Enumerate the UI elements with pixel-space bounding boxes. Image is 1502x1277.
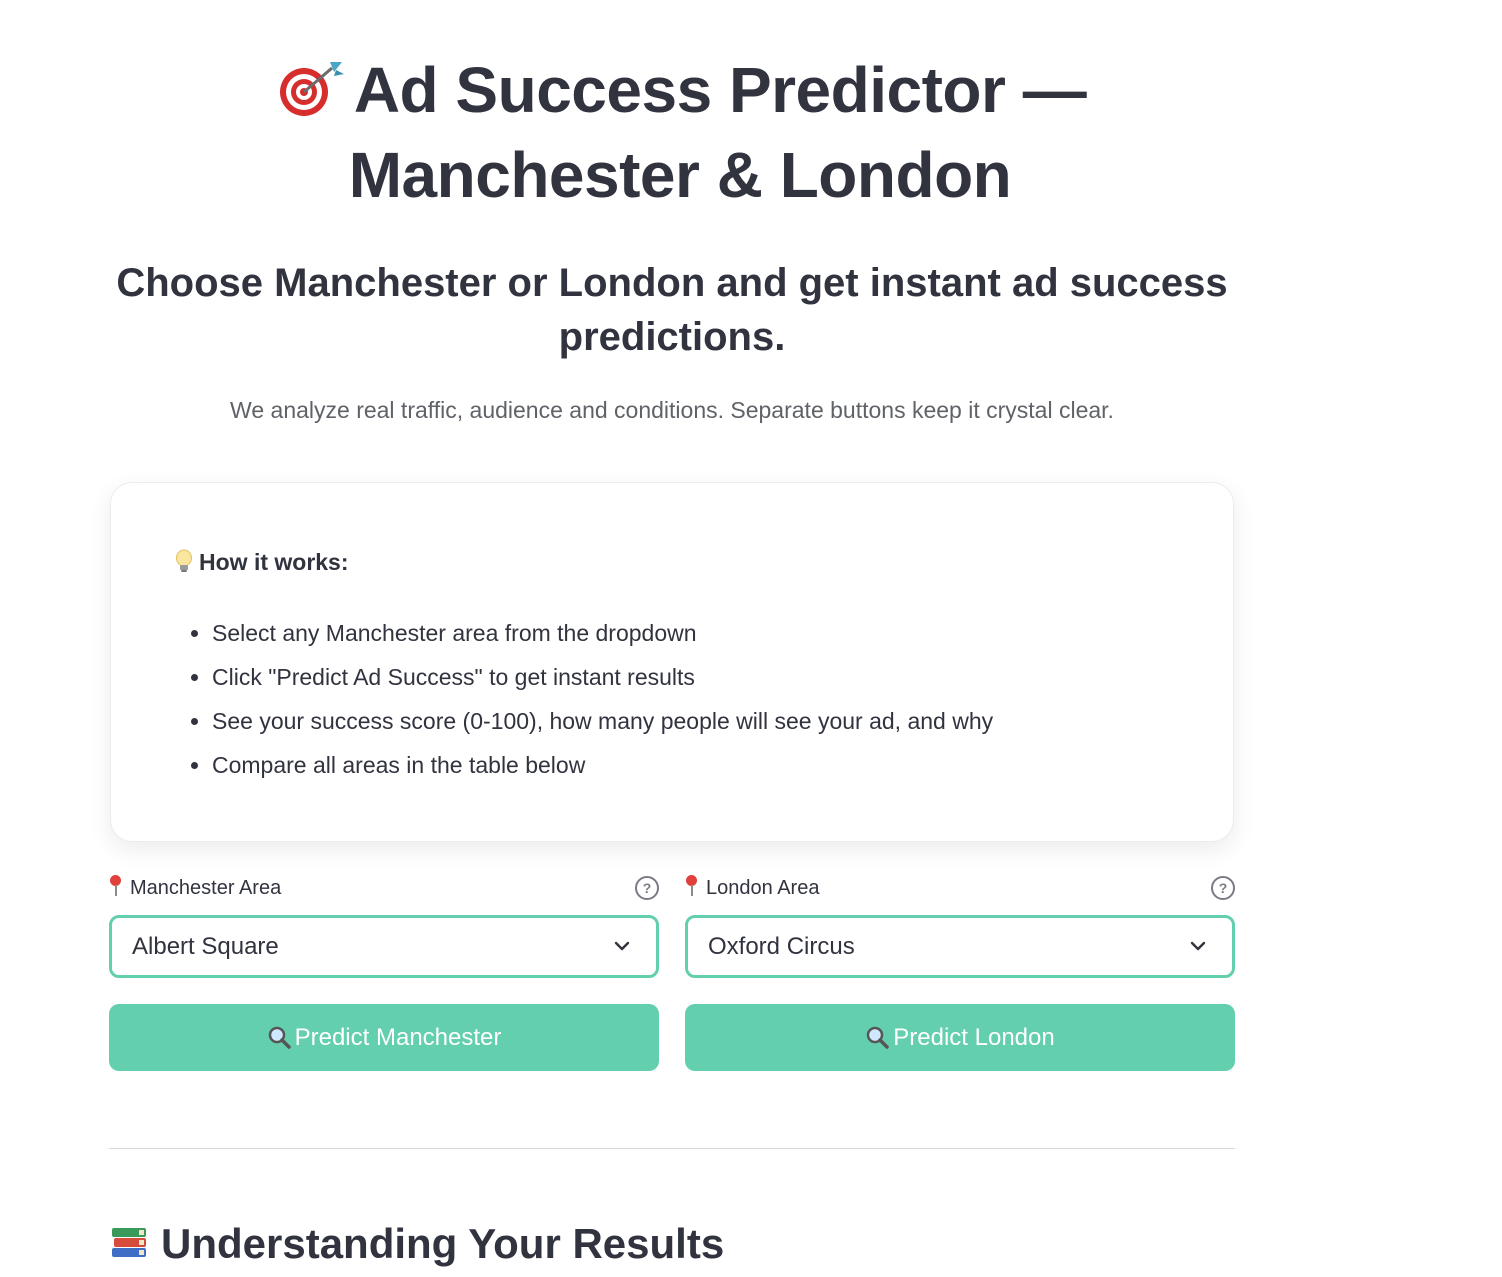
magnifier-icon: [867, 1026, 890, 1049]
page-subtitle: Choose Manchester or London and get inst…: [116, 261, 1228, 359]
page-tagline: We analyze real traffic, audience and co…: [230, 397, 1114, 423]
page-title: Ad Success Predictor — Manchester & Lond…: [270, 48, 1090, 218]
how-it-works-heading: How it works:: [199, 549, 349, 575]
predict-london-label: Predict London: [893, 1024, 1055, 1051]
how-it-works-title: How it works:: [175, 549, 349, 576]
london-area-label-text: London Area: [706, 877, 820, 899]
results-section-title-text: Understanding Your Results: [161, 1220, 725, 1267]
title-line-1: Ad Success Predictor —: [274, 54, 1087, 126]
title-text-line-1: Ad Success Predictor —: [353, 54, 1087, 126]
list-item: See your success score (0-100), how many…: [212, 699, 993, 743]
london-area-label: London Area ?: [685, 872, 1235, 904]
list-item: Compare all areas in the table below: [212, 743, 993, 787]
manchester-area-select[interactable]: Albert Square: [109, 915, 659, 978]
results-section-title: Understanding Your Results: [109, 1212, 724, 1276]
list-item: Click "Predict Ad Success" to get instan…: [212, 655, 993, 699]
how-it-works-card: How it works: Select any Manchester area…: [110, 482, 1234, 842]
manchester-area-field: Manchester Area ? Albert Square: [109, 872, 659, 978]
list-item: Select any Manchester area from the drop…: [212, 611, 993, 655]
pin-icon: [685, 875, 698, 897]
pin-icon: [109, 875, 122, 897]
chevron-down-icon: [614, 941, 630, 951]
chevron-down-icon: [1190, 941, 1206, 951]
predict-london-button[interactable]: Predict London: [685, 1004, 1235, 1071]
predict-manchester-label: Predict Manchester: [294, 1024, 502, 1051]
section-divider: [109, 1148, 1235, 1149]
help-icon[interactable]: ?: [1211, 876, 1235, 900]
page: Ad Success Predictor — Manchester & Lond…: [0, 0, 1502, 1277]
title-line-2: Manchester & London: [348, 139, 1012, 211]
dartboard-icon: [279, 62, 344, 116]
magnifier-icon: [268, 1026, 291, 1049]
books-icon: [112, 1228, 146, 1257]
manchester-area-selected-value: Albert Square: [132, 933, 279, 960]
london-area-field: London Area ? Oxford Circus: [685, 872, 1235, 978]
manchester-area-label: Manchester Area ?: [109, 872, 659, 904]
london-area-selected-value: Oxford Circus: [708, 933, 855, 960]
lightbulb-icon: [176, 549, 192, 572]
predict-manchester-button[interactable]: Predict Manchester: [109, 1004, 659, 1071]
how-it-works-list: Select any Manchester area from the drop…: [175, 611, 993, 787]
london-area-select[interactable]: Oxford Circus: [685, 915, 1235, 978]
manchester-area-label-text: Manchester Area: [130, 877, 282, 899]
help-icon[interactable]: ?: [635, 876, 659, 900]
